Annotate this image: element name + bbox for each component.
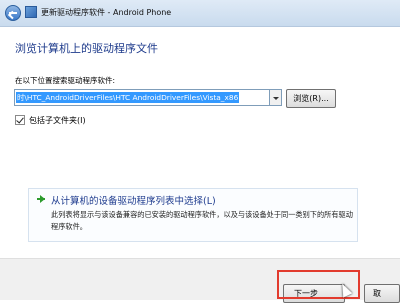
include-subfolders-checkbox[interactable]: [15, 115, 25, 125]
checkmark-icon: [16, 115, 24, 124]
path-dropdown-button[interactable]: [270, 89, 282, 106]
title-bar: 更新驱动程序软件 - Android Phone: [0, 0, 400, 27]
driver-path-input[interactable]: 时\HTC_AndroidDriverFiles\HTC AndroidDriv…: [14, 89, 270, 106]
driver-path-value: 时\HTC_AndroidDriverFiles\HTC AndroidDriv…: [16, 92, 240, 103]
browse-button[interactable]: 浏览(R)...: [286, 89, 336, 108]
search-location-label: 在以下位置搜索驱动程序软件:: [15, 76, 116, 85]
option-description: 此列表将显示与该设备兼容的已安装的驱动程序软件，以及与该设备处于同一类别下的所有…: [51, 210, 353, 231]
window-title: 更新驱动程序软件 - Android Phone: [41, 8, 172, 17]
chevron-down-icon: [273, 97, 279, 100]
option-title[interactable]: 从计算机的设备驱动程序列表中选择(L): [51, 193, 216, 207]
cancel-button[interactable]: 取: [364, 284, 400, 303]
device-driver-icon: [25, 6, 37, 18]
page-heading: 浏览计算机上的驱动程序文件: [15, 42, 158, 55]
pick-from-list-option[interactable]: 从计算机的设备驱动程序列表中选择(L) 此列表将显示与该设备兼容的已安装的驱动程…: [28, 188, 358, 242]
back-arrow-icon[interactable]: [5, 5, 21, 21]
include-subfolders-label[interactable]: 包括子文件夹(I): [29, 115, 86, 126]
green-arrow-icon: [37, 195, 45, 203]
